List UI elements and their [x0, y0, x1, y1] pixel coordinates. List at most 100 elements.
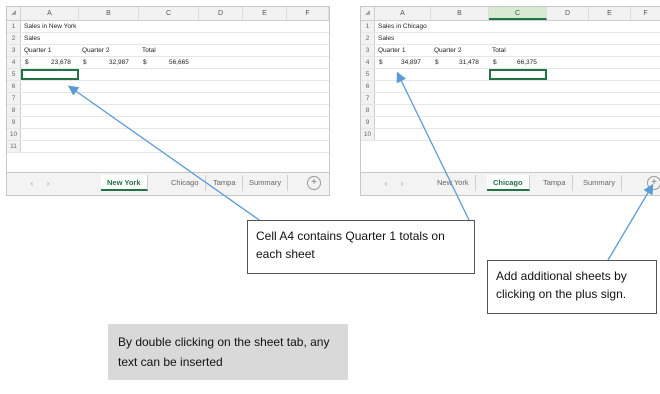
column-header-row: ◢ A B C D E F [7, 7, 329, 21]
table-row: 6 [361, 81, 660, 93]
tab-summary[interactable]: Summary [243, 175, 289, 191]
table-row: 5 [361, 69, 660, 81]
cell-a4[interactable]: 34,897 [401, 57, 421, 68]
column-header-d[interactable]: D [547, 7, 589, 20]
sheet-new-york: ◢ A B C D E F 1 Sales in New York 2 Sale… [6, 6, 330, 196]
row-number[interactable]: 7 [7, 93, 21, 104]
table-row: 1 Sales in New York [7, 21, 329, 33]
cell-a1[interactable]: Sales in New York [24, 21, 76, 32]
cell-b3[interactable]: Quarter 2 [434, 45, 461, 56]
table-row: 3 Quarter 1 Quarter 2 Total [361, 45, 660, 57]
cell-a4-currency: $ [25, 59, 29, 66]
row-number[interactable]: 4 [361, 57, 375, 68]
row-number[interactable]: 2 [361, 33, 375, 44]
tab-tampa[interactable]: Tampa [537, 175, 573, 191]
table-row: 8 [361, 105, 660, 117]
table-row: 5 [7, 69, 329, 81]
cell-c3[interactable]: Total [492, 45, 506, 56]
cell-b4[interactable]: 31,478 [459, 57, 479, 68]
table-row: 6 [7, 81, 329, 93]
sheet-tab-bar: ‹ › New York Chicago Tampa Summary + [7, 172, 329, 195]
row-number[interactable]: 2 [7, 33, 21, 44]
selected-cell-a5[interactable] [21, 69, 79, 80]
row-number[interactable]: 3 [7, 45, 21, 56]
column-header-d[interactable]: D [199, 7, 243, 20]
row-number[interactable]: 8 [361, 105, 375, 116]
cell-b4[interactable]: 32,987 [109, 57, 129, 68]
table-row: 9 [361, 117, 660, 129]
column-header-f[interactable]: F [287, 7, 329, 20]
row-number[interactable]: 1 [361, 21, 375, 32]
new-sheet-plus-icon[interactable]: + [647, 176, 660, 190]
select-all-corner[interactable]: ◢ [7, 7, 21, 20]
row-number[interactable]: 1 [7, 21, 21, 32]
tab-scroll-right-icon[interactable]: › [395, 173, 409, 195]
tab-new-york[interactable]: New York [431, 175, 476, 191]
cell-a4-currency: $ [379, 59, 383, 66]
row-number[interactable]: 9 [7, 117, 21, 128]
callout-cell-a4: Cell A4 contains Quarter 1 totals on eac… [247, 220, 475, 274]
table-row: 4 $ 34,897 $ 31,478 $ 66,375 [361, 57, 660, 69]
tab-scroll-left-icon[interactable]: ‹ [25, 173, 39, 195]
new-sheet-plus-icon[interactable]: + [307, 176, 321, 190]
select-all-corner[interactable]: ◢ [361, 7, 375, 20]
cell-a3[interactable]: Quarter 1 [378, 45, 405, 56]
cell-b3[interactable]: Quarter 2 [82, 45, 109, 56]
row-number[interactable]: 4 [7, 57, 21, 68]
row-number[interactable]: 9 [361, 117, 375, 128]
cell-a2[interactable]: Sales [24, 33, 40, 44]
note-double-click: By double clicking on the sheet tab, any… [108, 324, 348, 380]
column-header-a[interactable]: A [21, 7, 79, 20]
table-row: 2 Sales [361, 33, 660, 45]
table-row: 9 [7, 117, 329, 129]
row-number[interactable]: 10 [361, 129, 375, 140]
table-row: 4 $ 23,678 $ 32,987 $ 56,665 [7, 57, 329, 69]
row-number[interactable]: 8 [7, 105, 21, 116]
cell-c4-currency: $ [493, 59, 497, 66]
tab-scroll-left-icon[interactable]: ‹ [379, 173, 393, 195]
tab-chicago[interactable]: Chicago [165, 175, 206, 191]
tab-summary[interactable]: Summary [577, 175, 623, 191]
row-number[interactable]: 6 [7, 81, 21, 92]
sheet-chicago: ◢ A B C D E F 1 Sales in Chicago 2 Sales… [360, 6, 660, 196]
table-row: 10 [7, 129, 329, 141]
cell-c4[interactable]: 56,665 [169, 57, 189, 68]
column-header-c[interactable]: C [489, 7, 547, 20]
column-header-e[interactable]: E [243, 7, 287, 20]
row-number[interactable]: 5 [361, 69, 375, 80]
row-number[interactable]: 7 [361, 93, 375, 104]
cell-b4-currency: $ [83, 59, 87, 66]
row-number[interactable]: 3 [361, 45, 375, 56]
cell-a2[interactable]: Sales [378, 33, 394, 44]
column-header-row: ◢ A B C D E F [361, 7, 660, 21]
table-row: 10 [361, 129, 660, 141]
column-header-c[interactable]: C [139, 7, 199, 20]
table-row: 8 [7, 105, 329, 117]
row-number[interactable]: 10 [7, 129, 21, 140]
cell-c3[interactable]: Total [142, 45, 156, 56]
table-row: 2 Sales [7, 33, 329, 45]
cell-a4[interactable]: 23,678 [51, 57, 71, 68]
cell-c4[interactable]: 66,375 [517, 57, 537, 68]
column-header-b[interactable]: B [79, 7, 139, 20]
column-header-b[interactable]: B [431, 7, 489, 20]
row-number[interactable]: 6 [361, 81, 375, 92]
column-header-a[interactable]: A [375, 7, 431, 20]
cell-c4-currency: $ [143, 59, 147, 66]
tab-new-york[interactable]: New York [101, 175, 148, 191]
tab-scroll-right-icon[interactable]: › [41, 173, 55, 195]
row-number[interactable]: 11 [7, 141, 21, 152]
cell-a3[interactable]: Quarter 1 [24, 45, 51, 56]
row-number[interactable]: 5 [7, 69, 21, 80]
callout-plus-sign: Add additional sheets by clicking on the… [487, 260, 657, 314]
column-header-e[interactable]: E [589, 7, 631, 20]
column-header-f[interactable]: F [631, 7, 660, 20]
tab-chicago[interactable]: Chicago [487, 175, 530, 191]
cell-a1[interactable]: Sales in Chicago [378, 21, 427, 32]
table-row: 3 Quarter 1 Quarter 2 Total [7, 45, 329, 57]
table-row: 7 [361, 93, 660, 105]
sheet-tab-bar: ‹ › New York Chicago Tampa Summary + [361, 172, 660, 195]
selected-cell-c5[interactable] [489, 69, 547, 80]
table-row: 7 [7, 93, 329, 105]
tab-tampa[interactable]: Tampa [207, 175, 243, 191]
